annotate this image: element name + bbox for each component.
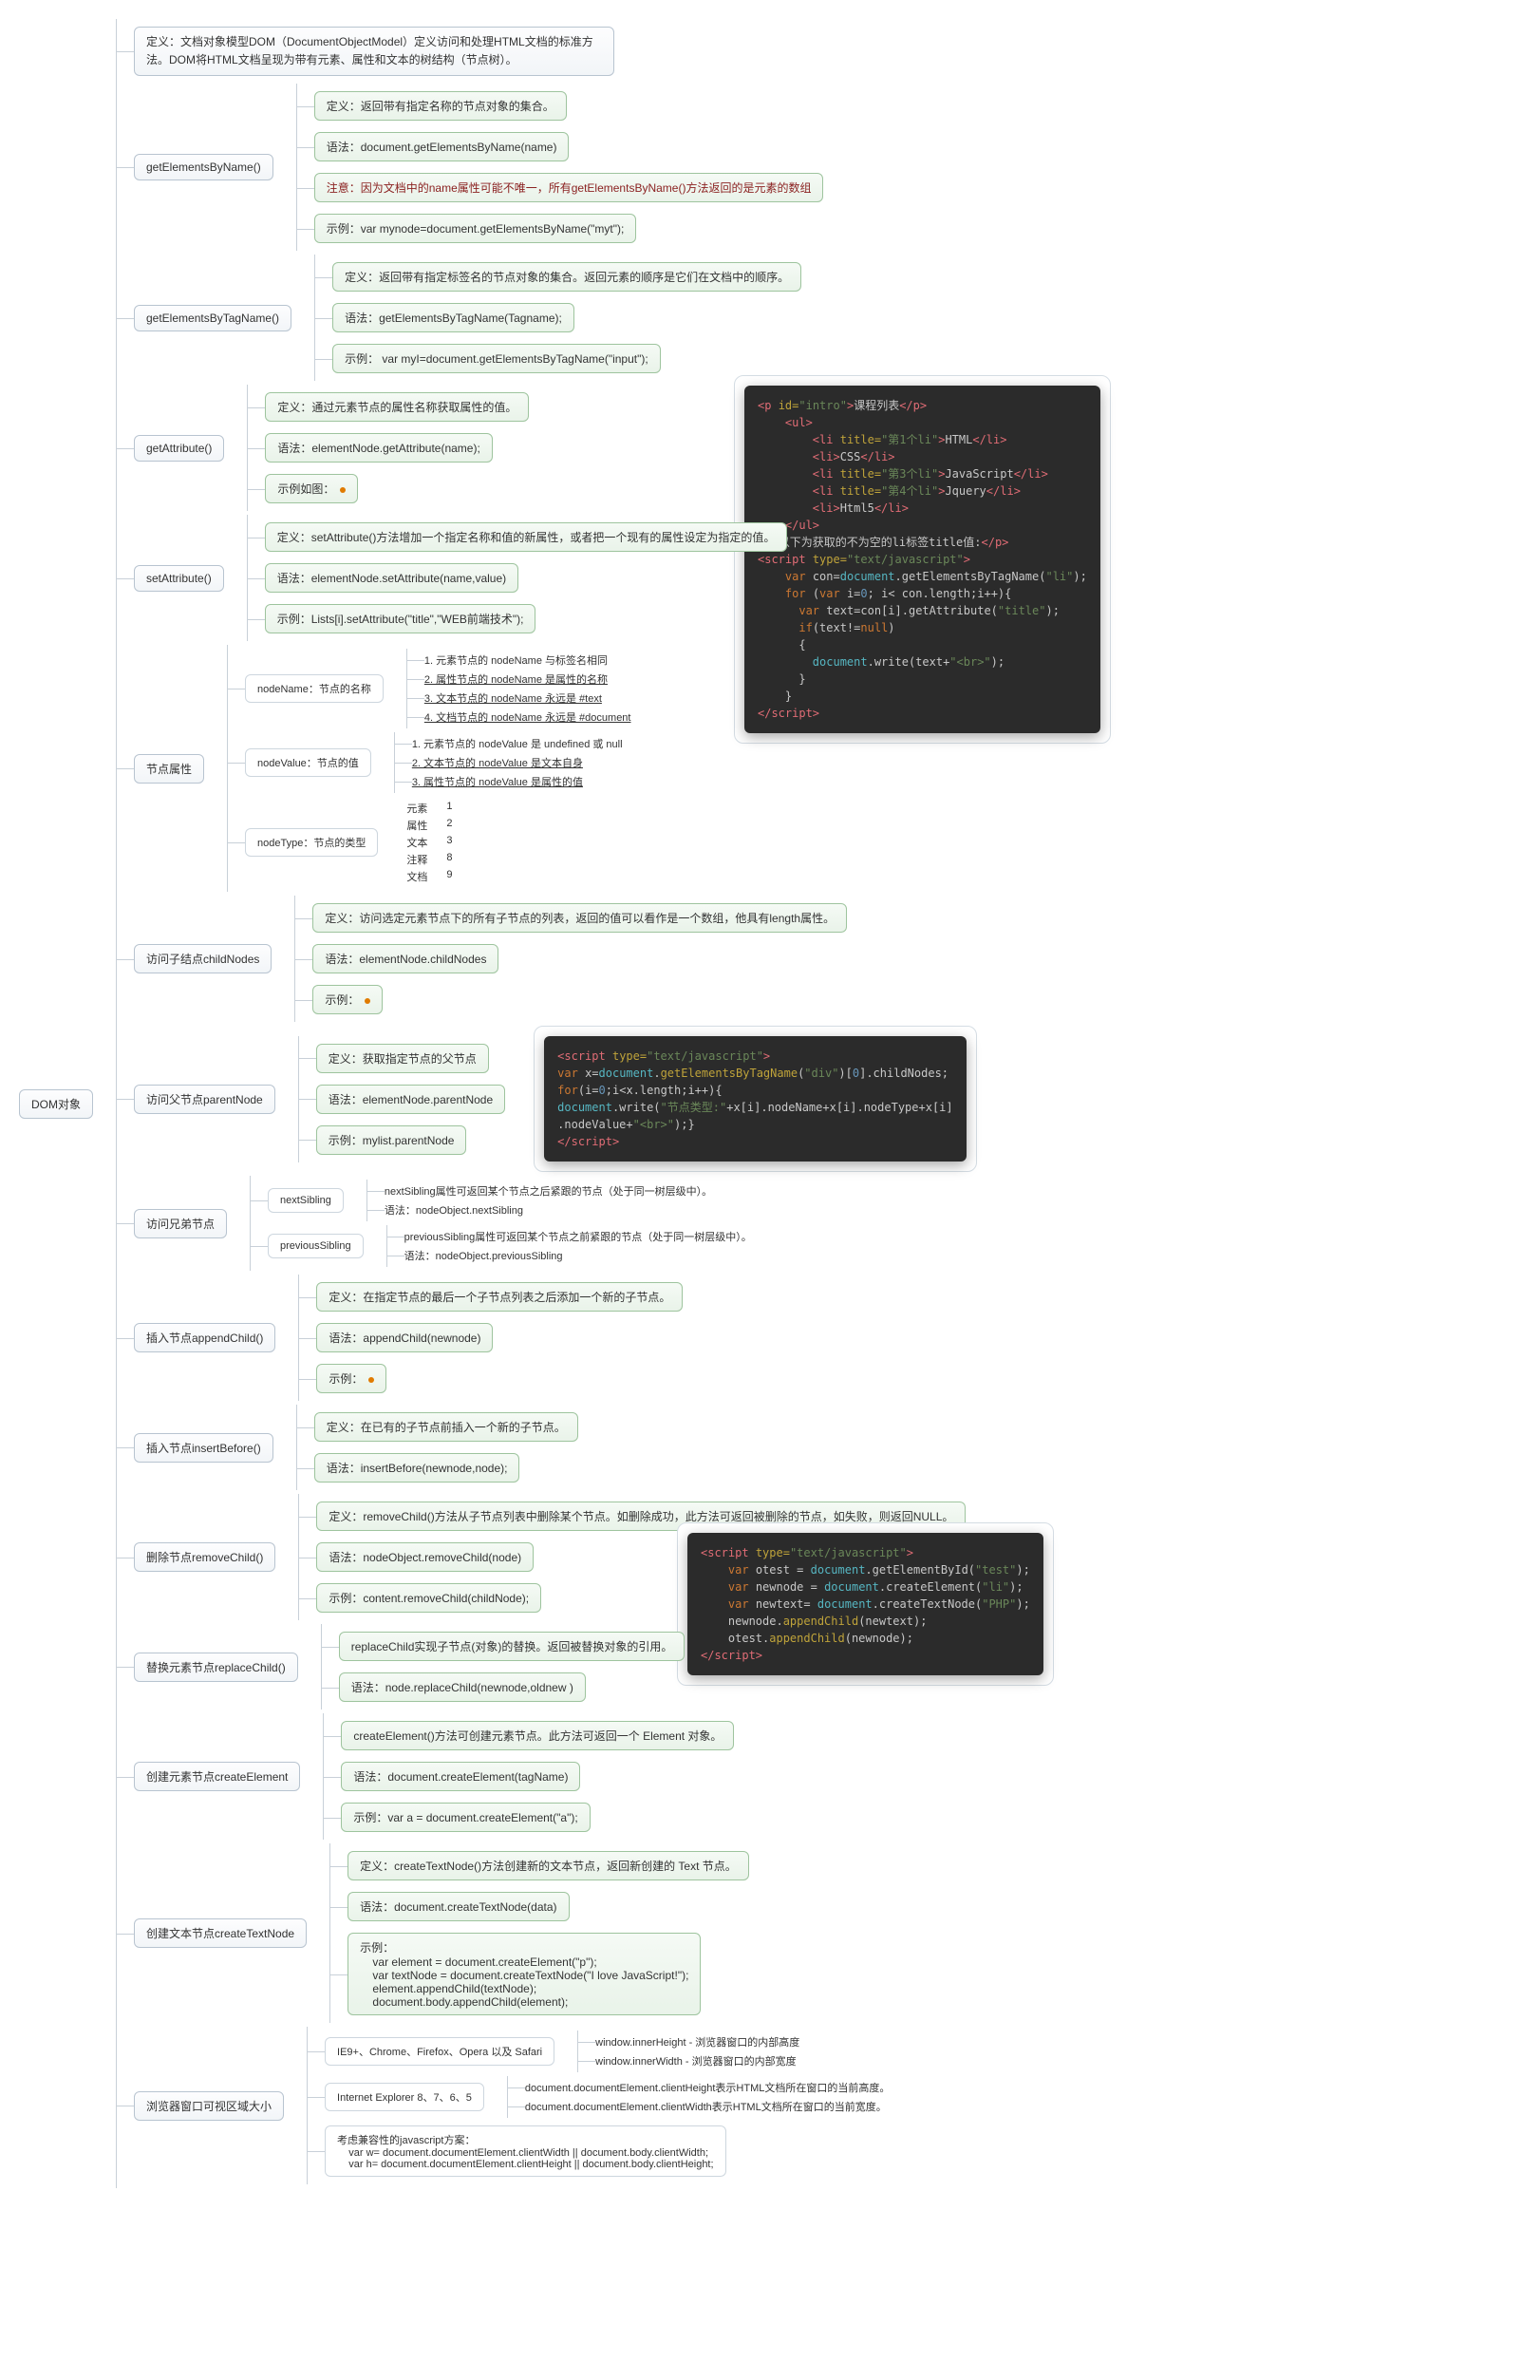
- ce-example: 示例：var a = document.createElement("a");: [341, 1803, 590, 1832]
- rc-syntax: 语法：nodeObject.removeChild(node): [316, 1542, 534, 1572]
- connector-dot-icon: [340, 487, 346, 493]
- intro-node: 定义：文档对象模型DOM（DocumentObjectModel）定义访问和处理…: [134, 27, 614, 76]
- ib-def: 定义：在已有的子节点前插入一个新的子节点。: [314, 1412, 578, 1442]
- mindmap-root: DOM对象 定义：文档对象模型DOM（DocumentObjectModel）定…: [19, 19, 1521, 2188]
- nextSibling-node: nextSibling: [268, 1188, 344, 1213]
- nodeValue-node: nodeValue：节点的值: [245, 748, 371, 777]
- ga-syntax: 语法：elementNode.getAttribute(name);: [265, 433, 492, 463]
- rpc-def: replaceChild实现子节点(对象)的替换。返回被替换对象的引用。: [339, 1632, 685, 1661]
- connector-dot-icon: [365, 998, 370, 1004]
- nn-3: 3. 文本节点的 nodeName 永远是 #text: [424, 690, 631, 706]
- sa-syntax: 语法：elementNode.setAttribute(name,value): [265, 563, 518, 593]
- vp-ie-h: document.documentElement.clientHeight表示H…: [525, 2080, 891, 2095]
- nv-1: 1. 元素节点的 nodeValue 是 undefined 或 null: [412, 736, 623, 751]
- nn-4: 4. 文档节点的 nodeName 永远是 #document: [424, 709, 631, 725]
- nv-3: 3. 属性节点的 nodeValue 是属性的值: [412, 774, 623, 789]
- getElementsByName-node: getElementsByName(): [134, 154, 273, 180]
- insertBefore-node: 插入节点insertBefore(): [134, 1433, 273, 1463]
- nn-2: 2. 属性节点的 nodeName 是属性的名称: [424, 671, 631, 687]
- vp-modern-w: window.innerWidth - 浏览器窗口的内部宽度: [595, 2053, 799, 2068]
- pn-def: 定义：获取指定节点的父节点: [316, 1044, 489, 1073]
- ctn-syntax: 语法：document.createTextNode(data): [347, 1892, 569, 1921]
- ce-syntax: 语法：document.createElement(tagName): [341, 1762, 580, 1791]
- pn-example: 示例：mylist.parentNode: [316, 1125, 467, 1155]
- vp-modern: IE9+、Chrome、Firefox、Opera 以及 Safari: [325, 2037, 554, 2066]
- createElement-node: 创建元素节点createElement: [134, 1762, 300, 1791]
- ce-def: createElement()方法可创建元素节点。此方法可返回一个 Elemen…: [341, 1721, 734, 1750]
- rc-example: 示例：content.removeChild(childNode);: [316, 1583, 541, 1613]
- ps-syntax: 语法：nodeObject.previousSibling: [404, 1248, 752, 1263]
- cn-syntax: 语法：elementNode.childNodes: [312, 944, 498, 973]
- getAttribute-node: getAttribute(): [134, 435, 224, 462]
- ib-syntax: 语法：insertBefore(newnode,node);: [314, 1453, 520, 1483]
- gebn-note: 注意：因为文档中的name属性可能不唯一，所有getElementsByName…: [314, 173, 824, 202]
- ps-def: previousSibling属性可返回某个节点之前紧跟的节点（处于同一树层级中…: [404, 1229, 752, 1244]
- vp-ie-w: document.documentElement.clientWidth表示HT…: [525, 2099, 891, 2114]
- gebtn-def: 定义：返回带有指定标签名的节点对象的集合。返回元素的顺序是它们在文档中的顺序。: [332, 262, 801, 292]
- nodetype-table: 元素1 属性2 文本3 注释8 文档9: [397, 797, 461, 888]
- gebn-def: 定义：返回带有指定名称的节点对象的集合。: [314, 91, 567, 121]
- nv-2: 2. 文本节点的 nodeValue 是文本自身: [412, 755, 623, 770]
- gebtn-example: 示例： var myI=document.getElementsByTagNam…: [332, 344, 661, 373]
- replaceChild-node: 替换元素节点replaceChild(): [134, 1653, 298, 1682]
- gebtn-syntax: 语法：getElementsByTagName(Tagname);: [332, 303, 574, 332]
- createTextNode-node: 创建文本节点createTextNode: [134, 1918, 307, 1948]
- parentNode-node: 访问父节点parentNode: [134, 1085, 275, 1114]
- viewport-node: 浏览器窗口可视区域大小: [134, 2091, 284, 2121]
- sa-def: 定义：setAttribute()方法增加一个指定名称和值的新属性，或者把一个现…: [265, 522, 788, 552]
- appendChild-node: 插入节点appendChild(): [134, 1323, 275, 1352]
- node-props-node: 节点属性: [134, 754, 204, 784]
- vp-compat: 考虑兼容性的javascript方案： var w= document.docu…: [325, 2125, 726, 2177]
- gebn-example: 示例：var mynode=document.getElementsByName…: [314, 214, 637, 243]
- rpc-syntax: 语法：node.replaceChild(newnode,oldnew ): [339, 1672, 586, 1702]
- setAttribute-node: setAttribute(): [134, 565, 224, 592]
- previousSibling-node: previousSibling: [268, 1234, 364, 1258]
- pn-syntax: 语法：elementNode.parentNode: [316, 1085, 505, 1114]
- cn-example: 示例：: [312, 985, 383, 1014]
- childNodes-node: 访问子结点childNodes: [134, 944, 272, 973]
- vp-ie: Internet Explorer 8、7、6、5: [325, 2083, 484, 2111]
- nodeName-node: nodeName：节点的名称: [245, 674, 384, 703]
- siblings-node: 访问兄弟节点: [134, 1209, 227, 1238]
- getElementsByTagName-node: getElementsByTagName(): [134, 305, 291, 331]
- gebn-syntax: 语法：document.getElementsByName(name): [314, 132, 570, 161]
- ns-def: nextSibling属性可返回某个节点之后紧跟的节点（处于同一树层级中）。: [385, 1183, 712, 1199]
- vp-modern-h: window.innerHeight - 浏览器窗口的内部高度: [595, 2034, 799, 2049]
- cn-def: 定义：访问选定元素节点下的所有子节点的列表，返回的值可以看作是一个数组，他具有l…: [312, 903, 847, 933]
- nodeType-node: nodeType：节点的类型: [245, 828, 378, 857]
- ga-def: 定义：通过元素节点的属性名称获取属性的值。: [265, 392, 529, 422]
- ctn-example: 示例： var element = document.createElement…: [347, 1933, 701, 2015]
- ns-syntax: 语法：nodeObject.nextSibling: [385, 1202, 712, 1218]
- removeChild-node: 删除节点removeChild(): [134, 1542, 275, 1572]
- ac-example: 示例：: [316, 1364, 386, 1393]
- connector-dot-icon: [368, 1377, 374, 1383]
- sa-example: 示例：Lists[i].setAttribute("title","WEB前端技…: [265, 604, 536, 633]
- ac-def: 定义：在指定节点的最后一个子节点列表之后添加一个新的子节点。: [316, 1282, 683, 1312]
- ac-syntax: 语法：appendChild(newnode): [316, 1323, 493, 1352]
- code-snippet-childnodes: <script type="text/javascript"> var x=do…: [534, 1026, 976, 1172]
- nn-1: 1. 元素节点的 nodeName 与标签名相同: [424, 652, 631, 668]
- root-node: DOM对象: [19, 1089, 93, 1119]
- ctn-def: 定义：createTextNode()方法创建新的文本节点，返回新创建的 Tex…: [347, 1851, 749, 1880]
- ga-example: 示例如图：: [265, 474, 358, 503]
